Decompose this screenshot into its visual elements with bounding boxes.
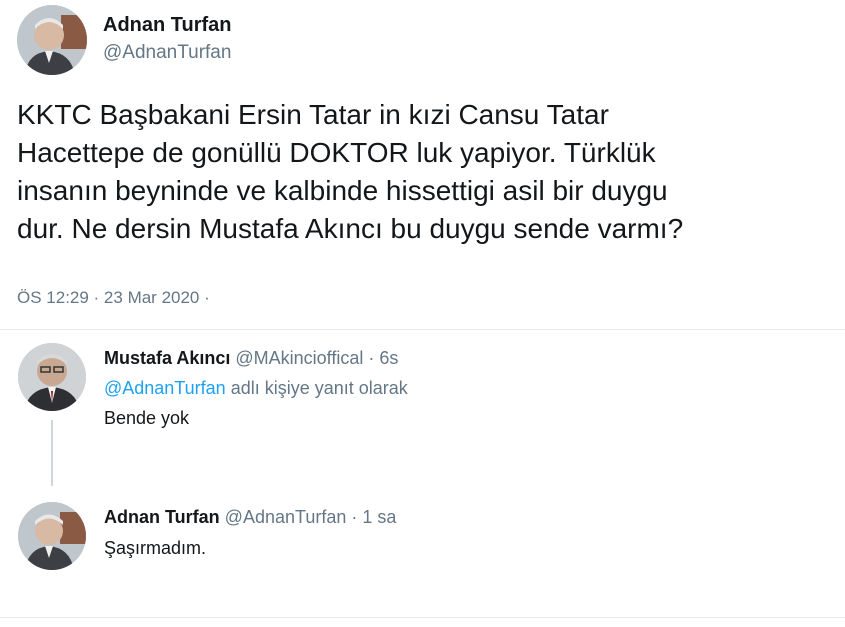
reply-header: Adnan Turfan @AdnanTurfan · 1 sa: [104, 507, 396, 528]
thread-connector-line: [51, 420, 53, 486]
reply-header: Mustafa Akıncı @MAkincioffical · 6s: [104, 348, 398, 369]
avatar-photo-icon: [17, 5, 87, 75]
reply-time[interactable]: · 1 sa: [351, 507, 396, 527]
reply-time[interactable]: · 6s: [368, 348, 398, 368]
tweet-thread: Adnan Turfan @AdnanTurfan KKTC Başbakani…: [0, 0, 845, 627]
reply-author-handle[interactable]: @MAkincioffical: [235, 348, 363, 368]
tweet-timestamp[interactable]: ÖS 12:29 · 23 Mar 2020 ·: [17, 288, 210, 308]
avatar-photo-icon: [18, 343, 86, 411]
tweet-text-line: Hacettepe de gonüllü DOKTOR luk yapiyor.…: [17, 137, 656, 168]
avatar-photo-icon: [18, 502, 86, 570]
tweet-text-line: insanın beyninde ve kalbinde hissettigi …: [17, 175, 668, 206]
reply-to-label: adlı kişiye yanıt olarak: [225, 378, 408, 398]
reply-author-handle[interactable]: @AdnanTurfan: [225, 507, 347, 527]
divider: [0, 617, 845, 618]
reply-author-name[interactable]: Adnan Turfan: [104, 507, 220, 527]
reply-avatar-mustafa[interactable]: [18, 343, 86, 411]
reply-text: Bende yok: [104, 408, 190, 428]
author-avatar[interactable]: [17, 5, 87, 75]
reply-author-name[interactable]: Mustafa Akıncı: [104, 348, 230, 368]
author-handle[interactable]: @AdnanTurfan: [103, 42, 231, 64]
reply-avatar-adnan[interactable]: [18, 502, 86, 570]
tweet-text: KKTC Başbakani Ersin Tatar in kızi Cansu…: [17, 96, 827, 248]
divider: [0, 329, 845, 330]
replying-to: @AdnanTurfan adlı kişiye yanıt olarak: [104, 378, 408, 399]
tweet-text-line: dur. Ne dersin Mustafa Akıncı bu duygu s…: [17, 213, 684, 244]
tweet-text-line: KKTC Başbakani Ersin Tatar in kızi Cansu…: [17, 99, 609, 130]
reply-text: Şaşırmadım.: [104, 538, 207, 558]
reply-to-mention-link[interactable]: @AdnanTurfan: [104, 378, 226, 398]
author-name[interactable]: Adnan Turfan: [103, 14, 232, 37]
